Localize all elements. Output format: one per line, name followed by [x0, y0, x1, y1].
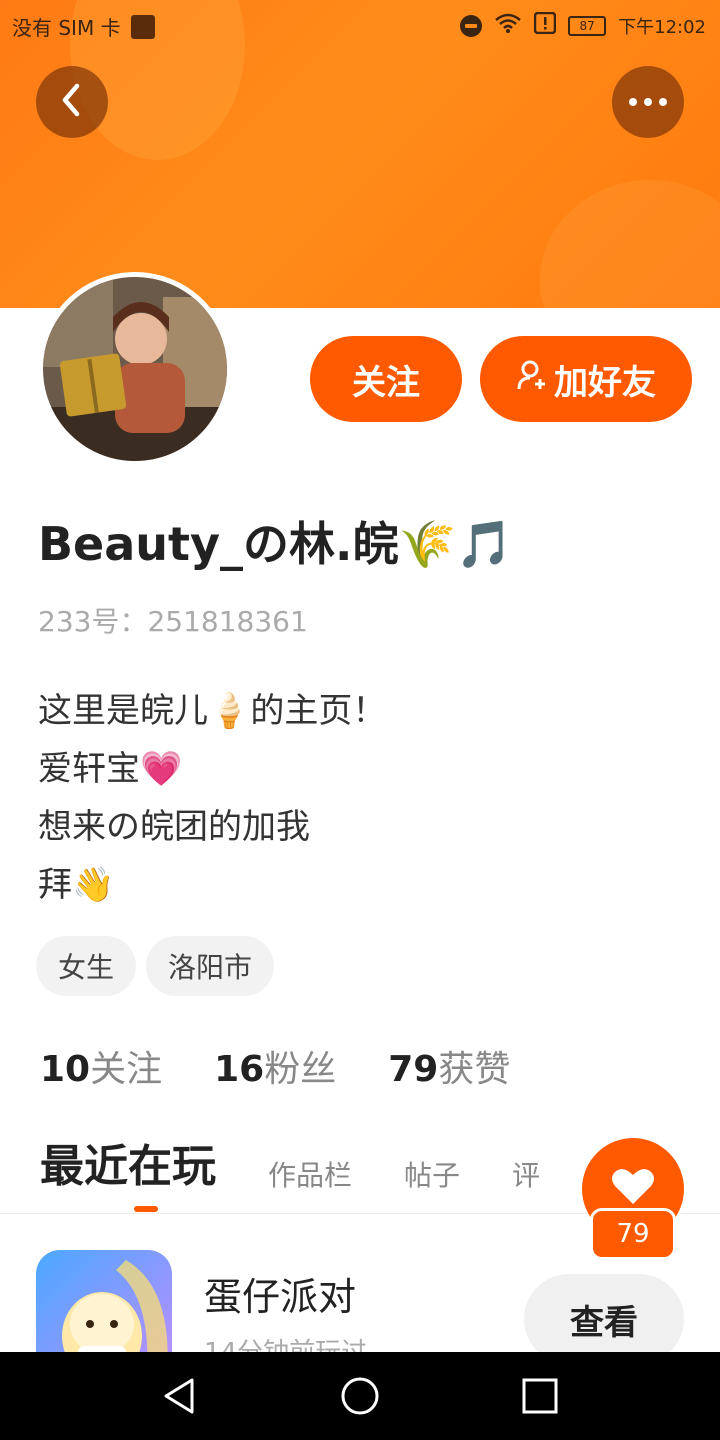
stat-number: 10 — [40, 1049, 91, 1090]
carrier-text: 没有 SIM 卡 — [12, 16, 121, 40]
add-friend-button-label: 加好友 — [554, 362, 656, 403]
back-arrow-icon — [57, 82, 87, 122]
more-button[interactable] — [612, 66, 684, 138]
status-bar: 没有 SIM 卡 87 下午12:02 — [0, 0, 720, 50]
bio-line: 想来の皖团的加我 — [38, 807, 310, 847]
tab-works[interactable]: 作品栏 — [268, 1154, 352, 1194]
location-tag: 洛阳市 — [146, 936, 275, 996]
tab-comments[interactable]: 评 — [512, 1154, 540, 1194]
stat-label: 关注 — [90, 1049, 163, 1090]
stat-followers[interactable]: 16粉丝 — [214, 1040, 336, 1092]
tab-posts[interactable]: 帖子 — [404, 1154, 460, 1194]
bio-line: 爱轩宝💗 — [38, 749, 183, 789]
stat-number: 16 — [214, 1049, 265, 1090]
gender-tag: 女生 — [36, 936, 137, 996]
avatar[interactable] — [38, 272, 232, 466]
add-friend-button[interactable]: 加好友 — [480, 336, 692, 422]
nav-back-icon[interactable] — [160, 1376, 200, 1420]
profile-tags: 女生 洛阳市 — [36, 936, 275, 996]
profile-bio: 这里是皖儿🍦的主页！ 爱轩宝💗 想来の皖团的加我 拜👋 — [38, 682, 386, 914]
game-title: 蛋仔派对 — [204, 1275, 357, 1319]
user-id[interactable]: 233号：251818361 — [38, 600, 308, 640]
back-button[interactable] — [36, 66, 108, 138]
alert-icon — [533, 11, 557, 39]
profile-stats: 10关注 16粉丝 79获赞 — [40, 1040, 510, 1092]
bio-line: 这里是皖儿🍦的主页！ — [38, 691, 387, 731]
nickname-emoji: 🌾🎵 — [398, 517, 514, 571]
user-id-label: 233号： — [38, 605, 148, 638]
bio-line: 拜👋 — [38, 865, 115, 905]
user-id-value: 251818361 — [147, 605, 308, 638]
nav-recents-icon[interactable] — [520, 1376, 560, 1420]
stat-label: 获赞 — [438, 1049, 511, 1090]
view-game-button[interactable]: 查看 — [524, 1274, 684, 1364]
add-person-icon — [516, 359, 548, 400]
stat-number: 79 — [388, 1049, 439, 1090]
follow-button-label: 关注 — [352, 362, 420, 403]
do-not-disturb-icon — [460, 14, 483, 37]
tab-recently-played[interactable]: 最近在玩 — [40, 1130, 216, 1194]
clock: 下午12:02 — [618, 16, 706, 38]
wifi-icon — [494, 12, 522, 39]
heart-icon — [611, 1166, 655, 1210]
like-count-badge: 79 — [590, 1208, 676, 1260]
profile-nickname: Beauty_の林.皖🌾🎵 — [38, 508, 513, 574]
profile-tabs: 最近在玩 作品栏 帖子 评 — [40, 1134, 540, 1194]
header-decoration — [540, 180, 720, 308]
more-icon — [629, 98, 667, 106]
nav-home-icon[interactable] — [340, 1376, 380, 1420]
active-tab-indicator — [134, 1206, 158, 1212]
stat-likes[interactable]: 79获赞 — [388, 1040, 510, 1092]
battery-icon: 87 — [568, 15, 607, 36]
notification-app-icon — [130, 14, 155, 39]
follow-button[interactable]: 关注 — [310, 336, 462, 422]
stat-label: 粉丝 — [264, 1049, 337, 1090]
stat-following[interactable]: 10关注 — [40, 1040, 162, 1092]
nickname-text: Beauty_の林.皖 — [38, 517, 399, 571]
system-navigation-bar — [0, 1352, 720, 1440]
